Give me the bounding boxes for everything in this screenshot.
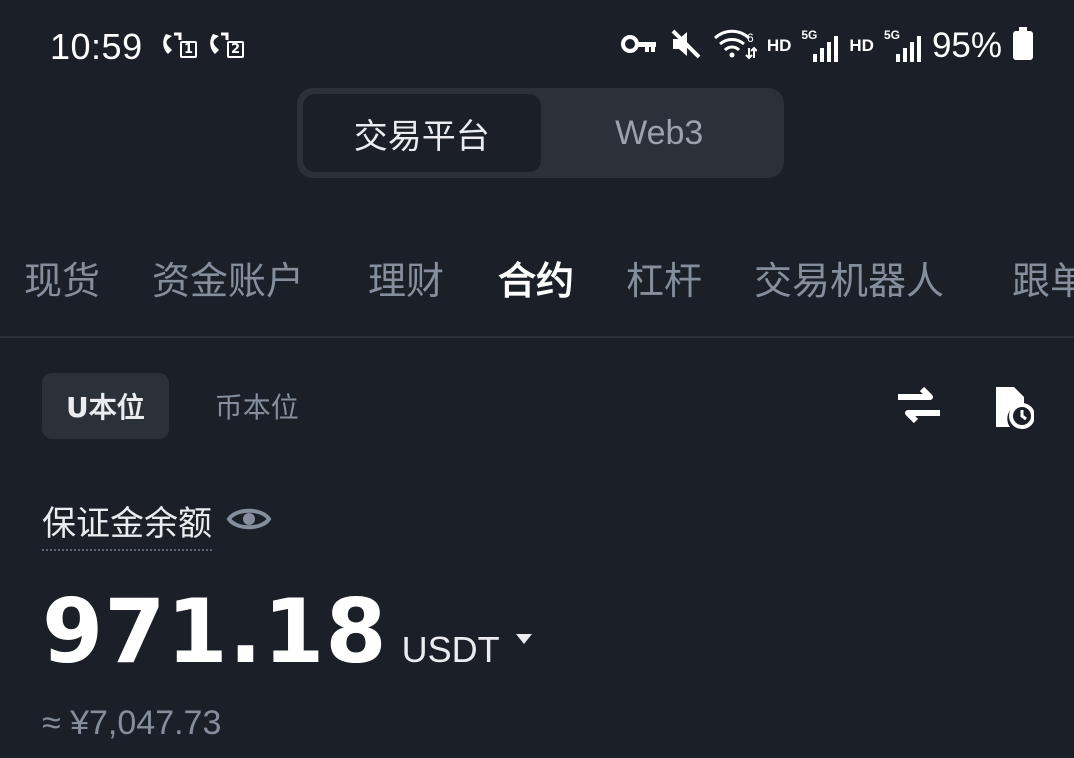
tab-copy-trading[interactable]: 跟单 bbox=[1012, 250, 1074, 305]
sim1-label: 1 bbox=[180, 41, 198, 58]
call-sim2-icon: 2 bbox=[207, 30, 245, 60]
history-icon[interactable] bbox=[994, 385, 1035, 433]
sim2-label: 2 bbox=[227, 41, 245, 58]
battery-percent: 95% bbox=[931, 26, 1002, 65]
balance-amount-row: 971.18 USDT bbox=[42, 580, 534, 683]
net2-label: 5G bbox=[883, 28, 900, 42]
margin-balance-label[interactable]: 保证金余额 bbox=[42, 496, 212, 551]
caret-down-icon[interactable] bbox=[514, 631, 534, 650]
transfer-icon[interactable] bbox=[896, 385, 942, 433]
battery-icon bbox=[1012, 27, 1034, 65]
signal2-icon: 5G bbox=[884, 28, 922, 64]
call-indicators: 1 2 bbox=[160, 30, 245, 60]
balance-fiat: ≈ ¥7,047.73 bbox=[42, 704, 222, 742]
balance-amount: 971.18 bbox=[42, 580, 388, 683]
coinm-futures-button[interactable]: 币本位 bbox=[191, 373, 323, 439]
hd1-label: HD bbox=[766, 36, 792, 55]
tab-futures[interactable]: 合约 bbox=[498, 250, 574, 305]
usdm-futures-button[interactable]: U本位 bbox=[42, 373, 169, 439]
call-sim1-icon: 1 bbox=[160, 30, 198, 60]
tab-margin[interactable]: 杠杆 bbox=[626, 250, 702, 305]
eye-icon[interactable] bbox=[226, 504, 272, 538]
net1-label: 5G bbox=[801, 28, 818, 42]
tab-funding[interactable]: 资金账户 bbox=[152, 250, 304, 305]
platform-tab-exchange[interactable]: 交易平台 bbox=[303, 94, 541, 172]
status-right: 6 HD 5G HD 5G 95% bbox=[620, 26, 1034, 66]
tab-spot[interactable]: 现货 bbox=[24, 250, 100, 305]
svg-text:6: 6 bbox=[747, 31, 754, 45]
mute-icon bbox=[669, 28, 703, 64]
platform-switch: 交易平台 Web3 bbox=[297, 88, 784, 178]
hd2-label: HD bbox=[849, 36, 874, 55]
margin-type-switch: U本位 币本位 bbox=[42, 373, 323, 439]
tabs-divider bbox=[0, 336, 1074, 338]
balance-label-row: 保证金余额 bbox=[42, 496, 272, 551]
wifi-icon: 6 bbox=[713, 28, 758, 64]
tab-earn[interactable]: 理财 bbox=[368, 250, 444, 305]
account-tabs: 现货 资金账户 理财 合约 杠杆 交易机器人 跟单 bbox=[24, 250, 1074, 310]
status-time: 10:59 bbox=[50, 26, 143, 67]
status-bar: 10:59 1 2 6 HD 5G HD 5G 95% bbox=[0, 0, 1074, 92]
platform-tab-web3[interactable]: Web3 bbox=[541, 94, 779, 172]
tab-trading-bots[interactable]: 交易机器人 bbox=[754, 250, 944, 305]
vpn-key-icon bbox=[620, 33, 659, 59]
toolbar-icons bbox=[896, 385, 1035, 433]
signal-icon: 5G bbox=[801, 28, 839, 64]
balance-currency[interactable]: USDT bbox=[402, 629, 500, 671]
